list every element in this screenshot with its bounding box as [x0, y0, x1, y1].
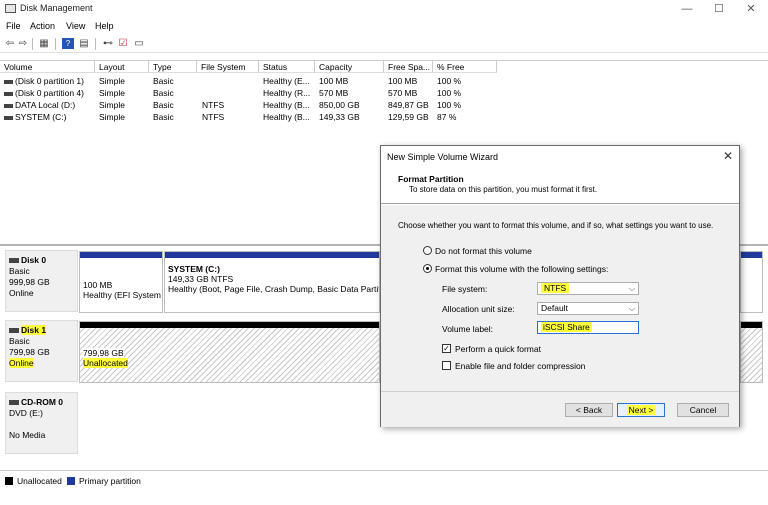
- wizard-header: Format Partition To store data on this p…: [381, 170, 739, 204]
- window-title: Disk Management: [20, 3, 93, 13]
- properties-icon[interactable]: ▤: [78, 38, 90, 49]
- next-button[interactable]: Next >: [617, 403, 665, 417]
- allocation-unit-select[interactable]: Default ⌵: [537, 302, 639, 315]
- maximize-button[interactable]: ☐: [704, 1, 734, 17]
- wizard-step-subtitle: To store data on this partition, you mus…: [409, 185, 598, 194]
- file-system-label: File system:: [442, 284, 488, 294]
- cancel-button[interactable]: Cancel: [677, 403, 729, 417]
- header-percent-free[interactable]: % Free: [433, 61, 497, 73]
- menu-action[interactable]: Action: [30, 21, 55, 31]
- file-system-select[interactable]: NTFS ⌵: [537, 282, 639, 295]
- chevron-down-icon: ⌵: [628, 284, 635, 293]
- allocation-unit-label: Allocation unit size:: [442, 304, 515, 314]
- cdrom-icon: [9, 400, 19, 406]
- back-button[interactable]: < Back: [565, 403, 613, 417]
- no-format-radio[interactable]: [423, 246, 432, 255]
- unallocated-swatch: [5, 477, 13, 485]
- volume-icon: [4, 79, 13, 84]
- menu-bar: File Action View Help: [0, 19, 768, 34]
- no-format-label[interactable]: Do not format this volume: [435, 246, 532, 256]
- help-icon[interactable]: ?: [62, 38, 74, 49]
- quick-format-checkbox[interactable]: ✓: [442, 344, 451, 353]
- connect-icon[interactable]: ⊷: [102, 38, 114, 49]
- table-row[interactable]: DATA Local (D:) Simple Basic NTFS Health…: [0, 99, 768, 111]
- volume-icon: [4, 115, 13, 120]
- header-file-system[interactable]: File System: [197, 61, 259, 73]
- window-icon[interactable]: ▭: [133, 38, 145, 49]
- table-row[interactable]: (Disk 0 partition 1) Simple Basic Health…: [0, 75, 768, 87]
- volume-icon: [4, 103, 13, 108]
- compression-label[interactable]: Enable file and folder compression: [455, 361, 585, 371]
- header-type[interactable]: Type: [149, 61, 197, 73]
- disk-icon: [9, 328, 19, 334]
- table-row[interactable]: (Disk 0 partition 4) Simple Basic Health…: [0, 87, 768, 99]
- menu-help[interactable]: Help: [95, 21, 114, 31]
- disk0-label[interactable]: Disk 0 Basic 999,98 GB Online: [5, 250, 78, 312]
- wizard-body: Choose whether you want to format this v…: [381, 205, 739, 427]
- new-simple-volume-wizard: New Simple Volume Wizard ✕ Format Partit…: [380, 145, 740, 427]
- back-arrow-icon[interactable]: ⇦: [4, 38, 16, 49]
- wizard-step-title: Format Partition: [398, 174, 464, 184]
- disk-icon: [9, 258, 19, 264]
- format-radio[interactable]: [423, 264, 432, 273]
- quick-format-label[interactable]: Perform a quick format: [455, 344, 541, 354]
- header-capacity[interactable]: Capacity: [315, 61, 384, 73]
- header-free-space[interactable]: Free Spa...: [384, 61, 433, 73]
- header-volume[interactable]: Volume: [0, 61, 95, 73]
- compression-checkbox[interactable]: [442, 361, 451, 370]
- primary-partition-swatch: [67, 477, 75, 485]
- volume-icon: [4, 91, 13, 96]
- format-label[interactable]: Format this volume with the following se…: [435, 264, 608, 274]
- disk0-system-partition[interactable]: SYSTEM (C:) 149,33 GB NTFS Healthy (Boot…: [164, 251, 380, 313]
- toolbar: ⇦ ⇨ ▦ ? ▤ ⊷ ☑ ▭: [0, 35, 768, 53]
- disk-management-icon: [5, 4, 16, 13]
- cdrom-label[interactable]: CD-ROM 0 DVD (E:) No Media: [5, 392, 78, 454]
- table-row[interactable]: SYSTEM (C:) Simple Basic NTFS Healthy (B…: [0, 111, 768, 123]
- dialog-title: New Simple Volume Wizard: [387, 152, 499, 162]
- disk0-efi-partition[interactable]: 100 MB Healthy (EFI System: [79, 251, 163, 313]
- volume-label-label: Volume label:: [442, 324, 494, 334]
- volume-label-input[interactable]: iSCSI Share: [537, 321, 639, 334]
- chevron-down-icon: ⌵: [628, 304, 635, 313]
- forward-arrow-icon[interactable]: ⇨: [17, 38, 29, 49]
- menu-file[interactable]: File: [6, 21, 21, 31]
- check-icon[interactable]: ☑: [117, 38, 129, 49]
- disk1-unallocated[interactable]: 799,98 GB Unallocated: [79, 321, 380, 383]
- format-prompt: Choose whether you want to format this v…: [398, 221, 714, 230]
- menu-view[interactable]: View: [66, 21, 85, 31]
- header-layout[interactable]: Layout: [95, 61, 149, 73]
- console-tree-icon[interactable]: ▦: [38, 38, 50, 49]
- close-button[interactable]: ✕: [736, 1, 766, 17]
- dialog-close-icon[interactable]: ✕: [723, 149, 733, 163]
- disk0-data-partition[interactable]: [740, 251, 763, 313]
- minimize-button[interactable]: —: [672, 1, 702, 17]
- button-divider: [381, 391, 739, 392]
- header-status[interactable]: Status: [259, 61, 315, 73]
- legend: Unallocated Primary partition: [0, 470, 768, 490]
- title-bar: Disk Management — ☐ ✕: [0, 0, 768, 18]
- disk1-unallocated-tail[interactable]: [740, 321, 763, 383]
- disk1-label[interactable]: Disk 1 Basic 799,98 GB Online: [5, 320, 78, 382]
